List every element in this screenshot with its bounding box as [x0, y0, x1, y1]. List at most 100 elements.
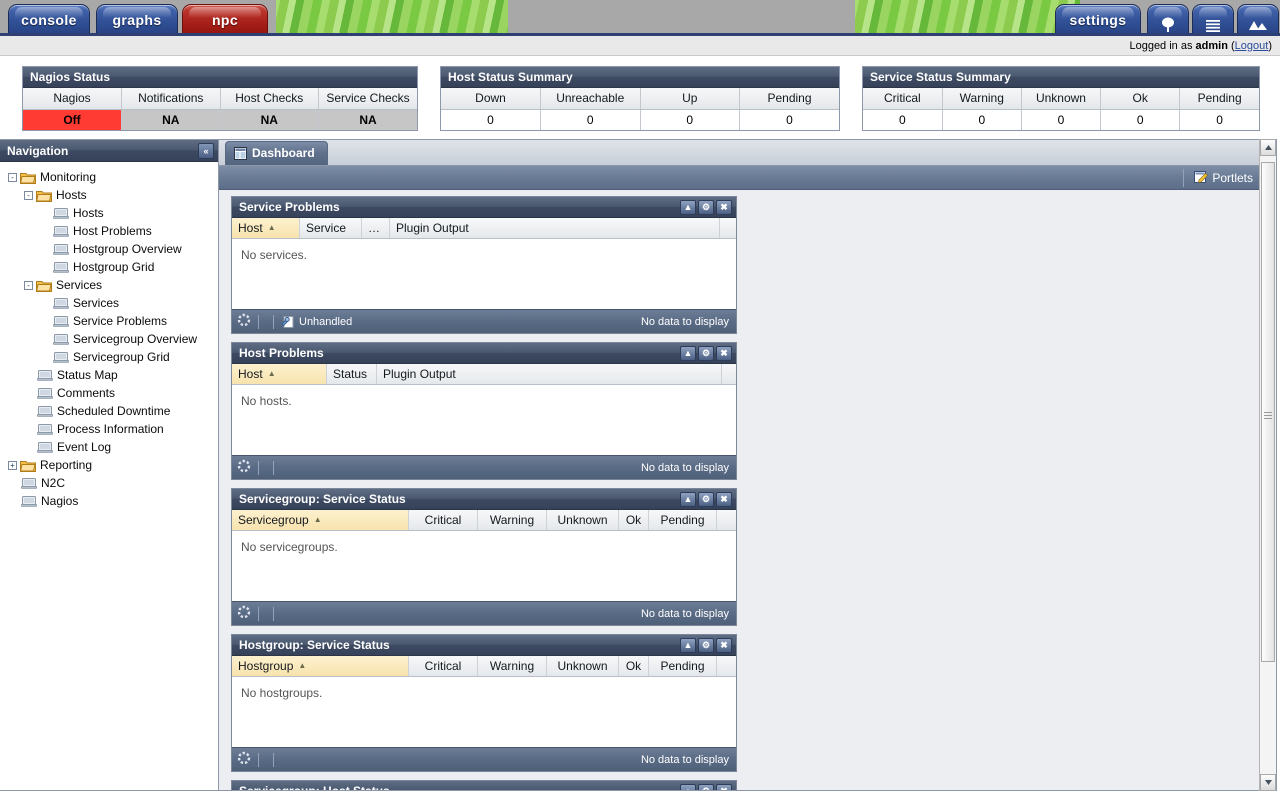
- expand-node-icon[interactable]: +: [8, 460, 17, 470]
- sidebar-item-servicegroup-grid[interactable]: Servicegroup Grid: [8, 348, 218, 366]
- sidebar-item-hostgroup-overview[interactable]: Hostgroup Overview: [8, 240, 218, 258]
- refresh-icon[interactable]: [237, 605, 251, 622]
- column-header-pending[interactable]: Pending: [649, 510, 717, 530]
- sidebar-item-reporting[interactable]: + Reporting: [8, 456, 218, 474]
- column-header-label: Host: [238, 367, 263, 381]
- nav-tab-graphs[interactable]: graphs: [96, 4, 178, 33]
- column-header-host[interactable]: Host ▲: [232, 218, 300, 238]
- nav-tab-mountains[interactable]: [1237, 4, 1279, 33]
- column-header-pending[interactable]: Pending: [649, 656, 717, 676]
- refresh-icon[interactable]: [237, 459, 251, 476]
- collapse-node-icon[interactable]: -: [24, 280, 33, 290]
- sidebar-item-hosts[interactable]: - Hosts: [8, 186, 218, 204]
- column-header-unknown[interactable]: Unknown: [547, 510, 619, 530]
- portlet-settings-button[interactable]: ⚙: [698, 637, 714, 653]
- portlet-header[interactable]: Host Problems ▲ ⚙ ✖: [232, 343, 736, 364]
- portlets-button[interactable]: Portlets: [1183, 168, 1253, 187]
- column-header-status[interactable]: Status: [327, 364, 377, 384]
- collapse-node-icon[interactable]: -: [24, 190, 33, 200]
- sidebar-item-process-information[interactable]: Process Information: [8, 420, 218, 438]
- column-header-hostgroup[interactable]: Hostgroup ▲: [232, 656, 409, 676]
- sidebar-item-comments[interactable]: Comments: [8, 384, 218, 402]
- sidebar-item-services[interactable]: Services: [8, 294, 218, 312]
- portlet-collapse-button[interactable]: ▲: [680, 199, 696, 215]
- portlet-settings-button[interactable]: ⚙: [698, 199, 714, 215]
- nav-tab-npc[interactable]: npc: [182, 4, 268, 33]
- scroll-track[interactable]: [1260, 156, 1276, 774]
- sidebar-item-n2c[interactable]: N2C: [8, 474, 218, 492]
- logout-link[interactable]: Logout: [1235, 40, 1269, 52]
- column-header-plugin-output[interactable]: Plugin Output: [390, 218, 720, 238]
- sidebar-item-status-map[interactable]: Status Map: [8, 366, 218, 384]
- sidebar-item-host-problems[interactable]: Host Problems: [8, 222, 218, 240]
- column-header-critical[interactable]: Critical: [409, 656, 478, 676]
- column-header-host[interactable]: Host ▲: [232, 364, 327, 384]
- unhandled-filter-button[interactable]: Unhandled: [281, 315, 352, 329]
- summary-header-row: Nagios Notifications Host Checks Service Ch…: [23, 88, 417, 110]
- portlet-collapse-button[interactable]: ▲: [680, 345, 696, 361]
- column-header--[interactable]: …: [362, 218, 390, 238]
- page-icon: [53, 315, 69, 327]
- portlet-header[interactable]: Service Problems ▲ ⚙ ✖: [232, 197, 736, 218]
- column-header-ok[interactable]: Ok: [619, 510, 649, 530]
- summary-column-header: Pending: [739, 88, 839, 110]
- navigation-collapse-button[interactable]: «: [198, 143, 214, 159]
- column-header-servicegroup[interactable]: Servicegroup ▲: [232, 510, 409, 530]
- portlet-close-button[interactable]: ✖: [716, 199, 732, 215]
- portlet-settings-button[interactable]: ⚙: [698, 491, 714, 507]
- sidebar-item-hosts[interactable]: Hosts: [8, 204, 218, 222]
- page-icon: [21, 477, 37, 489]
- portlet-close-button[interactable]: ✖: [716, 345, 732, 361]
- scroll-thumb[interactable]: [1261, 162, 1275, 662]
- sidebar-item-event-log[interactable]: Event Log: [8, 438, 218, 456]
- column-header-unknown[interactable]: Unknown: [547, 656, 619, 676]
- portlet-close-button[interactable]: ✖: [716, 637, 732, 653]
- nav-tab-list[interactable]: [1192, 4, 1234, 33]
- refresh-icon[interactable]: [237, 313, 251, 330]
- sidebar-item-services[interactable]: - Services: [8, 276, 218, 294]
- column-header-service[interactable]: Service: [300, 218, 362, 238]
- login-username: admin: [1195, 40, 1228, 52]
- sidebar-item-service-problems[interactable]: Service Problems: [8, 312, 218, 330]
- nav-tab-tree[interactable]: [1147, 4, 1189, 33]
- tab-dashboard[interactable]: Dashboard: [225, 141, 328, 165]
- nav-tab-console[interactable]: console: [8, 4, 90, 33]
- portlet-settings-button[interactable]: ⚙: [698, 783, 714, 790]
- vertical-scrollbar[interactable]: [1259, 139, 1276, 791]
- sidebar-item-label: Event Log: [57, 440, 112, 454]
- column-header-warning[interactable]: Warning: [478, 656, 547, 676]
- page-icon: [37, 387, 53, 399]
- portlet-header[interactable]: Servicegroup: Host Status ▲ ⚙ ✖: [232, 781, 736, 790]
- column-header-warning[interactable]: Warning: [478, 510, 547, 530]
- column-header-critical[interactable]: Critical: [409, 510, 478, 530]
- page-icon: [53, 225, 69, 237]
- sidebar-item-monitoring[interactable]: - Monitoring: [8, 168, 218, 186]
- portlet-header[interactable]: Hostgroup: Service Status ▲ ⚙ ✖: [232, 635, 736, 656]
- folder-icon: [35, 189, 52, 202]
- column-header-ok[interactable]: Ok: [619, 656, 649, 676]
- refresh-icon[interactable]: [237, 751, 251, 768]
- sidebar-item-nagios[interactable]: Nagios: [8, 492, 218, 510]
- portlet-close-button[interactable]: ✖: [716, 783, 732, 790]
- portlet-collapse-button[interactable]: ▲: [680, 783, 696, 790]
- footer-separator: [273, 460, 274, 475]
- column-header-plugin-output[interactable]: Plugin Output: [377, 364, 722, 384]
- portlet-close-button[interactable]: ✖: [716, 491, 732, 507]
- portlet-collapse-button[interactable]: ▲: [680, 637, 696, 653]
- portlet-header[interactable]: Servicegroup: Service Status ▲ ⚙ ✖: [232, 489, 736, 510]
- scroll-down-button[interactable]: [1260, 774, 1276, 791]
- column-header-label: Critical: [424, 513, 462, 527]
- portlet-collapse-button[interactable]: ▲: [680, 491, 696, 507]
- sidebar-item-hostgroup-grid[interactable]: Hostgroup Grid: [8, 258, 218, 276]
- collapse-node-icon[interactable]: -: [8, 172, 17, 182]
- portlet-settings-button[interactable]: ⚙: [698, 345, 714, 361]
- sidebar-item-servicegroup-overview[interactable]: Servicegroup Overview: [8, 330, 218, 348]
- mountains-icon: [1249, 20, 1267, 30]
- navigation-header: Navigation «: [0, 140, 218, 162]
- nav-tab-settings[interactable]: settings: [1055, 4, 1141, 33]
- sidebar-item-label: Process Information: [57, 422, 164, 436]
- sidebar-item-scheduled-downtime[interactable]: Scheduled Downtime: [8, 402, 218, 420]
- scroll-up-button[interactable]: [1260, 139, 1276, 156]
- sidebar-item-label: Monitoring: [40, 170, 97, 184]
- sidebar-item-label: Services: [56, 278, 103, 292]
